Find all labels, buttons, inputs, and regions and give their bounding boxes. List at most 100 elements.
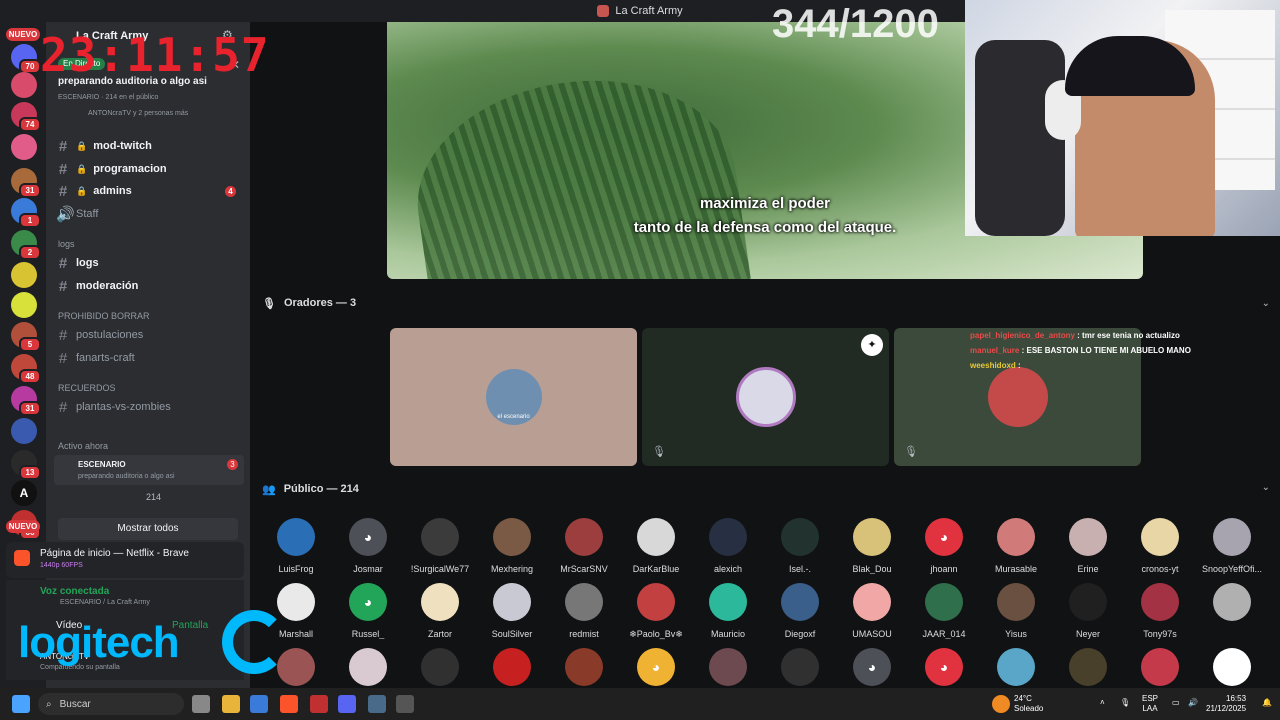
channel-plantas[interactable]: # plantas-vs-zombies (56, 396, 242, 418)
audience-member[interactable]: DarKarBlue (620, 518, 692, 574)
audience-member[interactable]: ◕ (836, 648, 908, 686)
lock-icon: 🔒 (76, 140, 88, 151)
audience-member[interactable]: ❄Paolo_Bv❄ (620, 583, 692, 640)
speaker-tile[interactable]: ✦ 🎙 (642, 328, 889, 466)
start-icon[interactable] (12, 695, 30, 713)
audience-member[interactable]: JAAR_014 (908, 583, 980, 639)
server-icon[interactable]: 2 (11, 230, 41, 260)
avatar (1141, 583, 1179, 621)
audience-member[interactable]: Mauricio (692, 583, 764, 639)
brave-icon[interactable] (280, 695, 298, 713)
audience-member[interactable]: Erine (1052, 518, 1124, 574)
audience-member[interactable]: Mexhering (476, 518, 548, 574)
audience-member[interactable]: MrScarSNV (548, 518, 620, 574)
weather-icon[interactable] (992, 695, 1010, 713)
audience-member[interactable]: SoulSilver (476, 583, 548, 639)
weather-widget[interactable]: 24°C Soleado (1014, 694, 1043, 714)
server-icon[interactable] (11, 292, 37, 318)
audience-member[interactable]: !SurgicalWe77 (404, 518, 476, 574)
channel-admins[interactable]: # 🔒 admins 4 (56, 180, 242, 202)
audience-member[interactable]: SnoopYeffOfi... (1196, 518, 1268, 574)
audience-member[interactable]: Neyer (1052, 583, 1124, 639)
taskbar-search[interactable]: ⌕ Buscar (38, 693, 184, 715)
audience-member[interactable]: Isel.-. (764, 518, 836, 574)
chevron-down-icon[interactable]: ⌄ (1262, 298, 1270, 309)
screen-share-notification[interactable]: Página de inicio — Netflix - Brave 1440p… (6, 542, 244, 578)
channel-mod-twitch[interactable]: # 🔒 mod-twitch (56, 135, 242, 157)
app-icon[interactable] (396, 695, 414, 713)
server-icon[interactable]: A (11, 480, 37, 506)
audience-member[interactable] (1196, 583, 1268, 629)
audience-member[interactable]: ◕ (908, 648, 980, 686)
audience-member[interactable] (764, 648, 836, 686)
audience-member[interactable]: Blak_Dou (836, 518, 908, 574)
microphone-icon[interactable]: 🎙 (1120, 698, 1130, 708)
category-recuerdos[interactable]: RECUERDOS (58, 383, 116, 393)
audience-member[interactable]: redmist (548, 583, 620, 639)
channel-staff[interactable]: 🔊 Staff (56, 203, 242, 225)
audience-member-name: cronos-yt (1141, 564, 1179, 574)
audience-member[interactable] (404, 648, 476, 686)
network-icon[interactable]: ▭ (1172, 698, 1180, 708)
file-explorer-icon[interactable] (222, 695, 240, 713)
audience-member[interactable]: ◕ Russel_ (332, 583, 404, 639)
chevron-up-icon[interactable]: ˄ (1100, 698, 1105, 708)
audience-member[interactable]: cronos-yt (1124, 518, 1196, 574)
server-icon[interactable]: 5 (11, 322, 41, 352)
server-icon[interactable] (11, 72, 37, 98)
audience-member[interactable]: ◕ jhoann (908, 518, 980, 574)
audience-member[interactable]: UMASOU (836, 583, 908, 639)
store-icon[interactable] (250, 695, 268, 713)
server-icon[interactable]: 70 (11, 44, 41, 74)
task-view-icon[interactable] (192, 695, 210, 713)
audience-member[interactable] (476, 648, 548, 686)
audience-member[interactable]: ◕ Josmar (332, 518, 404, 574)
audience-member[interactable]: Diegoxf (764, 583, 836, 639)
channel-programacion[interactable]: # 🔒 programacion (56, 158, 242, 180)
channel-logs[interactable]: # logs (56, 252, 242, 274)
logitech-logo: logitech (18, 618, 180, 667)
server-icon[interactable] (11, 134, 37, 160)
settings-icon[interactable] (368, 695, 386, 713)
audience-member[interactable] (1196, 648, 1268, 686)
audience-member[interactable]: Murasable (980, 518, 1052, 574)
language-indicator[interactable]: ESP LAA (1142, 694, 1158, 714)
voice-location[interactable]: ESCENARIO / La Craft Army (60, 599, 150, 606)
app-icon[interactable] (310, 695, 328, 713)
server-icon[interactable] (11, 262, 37, 288)
category-prohibido[interactable]: PROHIBIDO BORRAR (58, 311, 150, 321)
server-icon[interactable]: 31 (11, 168, 41, 198)
active-stage-card[interactable]: ESCENARIO 3 preparando auditoria o algo … (54, 455, 244, 485)
audience-member[interactable] (692, 648, 764, 686)
audience-member[interactable] (548, 648, 620, 686)
channel-moderacion[interactable]: # moderación (56, 275, 242, 297)
notifications-icon[interactable]: 🔔 (1262, 698, 1272, 708)
channel-fanarts[interactable]: # fanarts-craft (56, 347, 242, 369)
audience-member[interactable] (1124, 648, 1196, 686)
audience-member[interactable]: Tony97s (1124, 583, 1196, 639)
volume-icon[interactable]: 🔊 (1188, 698, 1198, 708)
channel-postulaciones[interactable]: # postulaciones (56, 324, 242, 346)
clock[interactable]: 16:53 21/12/2025 (1206, 694, 1246, 714)
discord-icon[interactable] (338, 695, 356, 713)
audience-member[interactable] (1052, 648, 1124, 686)
audience-member[interactable]: LuisFrog (260, 518, 332, 574)
chevron-down-icon[interactable]: ⌄ (1262, 482, 1270, 493)
hash-icon: # (58, 254, 68, 272)
show-all-button[interactable]: Mostrar todos (58, 518, 238, 540)
server-icon[interactable]: 74 (11, 102, 41, 132)
server-icon[interactable]: 1 (11, 198, 41, 228)
category-logs[interactable]: logs (58, 239, 75, 249)
speaker-tile[interactable]: el escenario (390, 328, 637, 466)
audience-member[interactable]: Zartor (404, 583, 476, 639)
server-icon[interactable]: 48 (11, 354, 41, 384)
server-icon[interactable]: 31 (11, 386, 41, 416)
server-icon[interactable] (11, 418, 37, 444)
audience-member[interactable]: alexich (692, 518, 764, 574)
server-icon[interactable]: 13 (11, 450, 41, 480)
audience-member[interactable]: ◕ (620, 648, 692, 686)
audience-member[interactable] (980, 648, 1052, 686)
audience-member[interactable] (332, 648, 404, 686)
hash-icon: # (58, 326, 68, 344)
audience-member[interactable]: Yisus (980, 583, 1052, 639)
